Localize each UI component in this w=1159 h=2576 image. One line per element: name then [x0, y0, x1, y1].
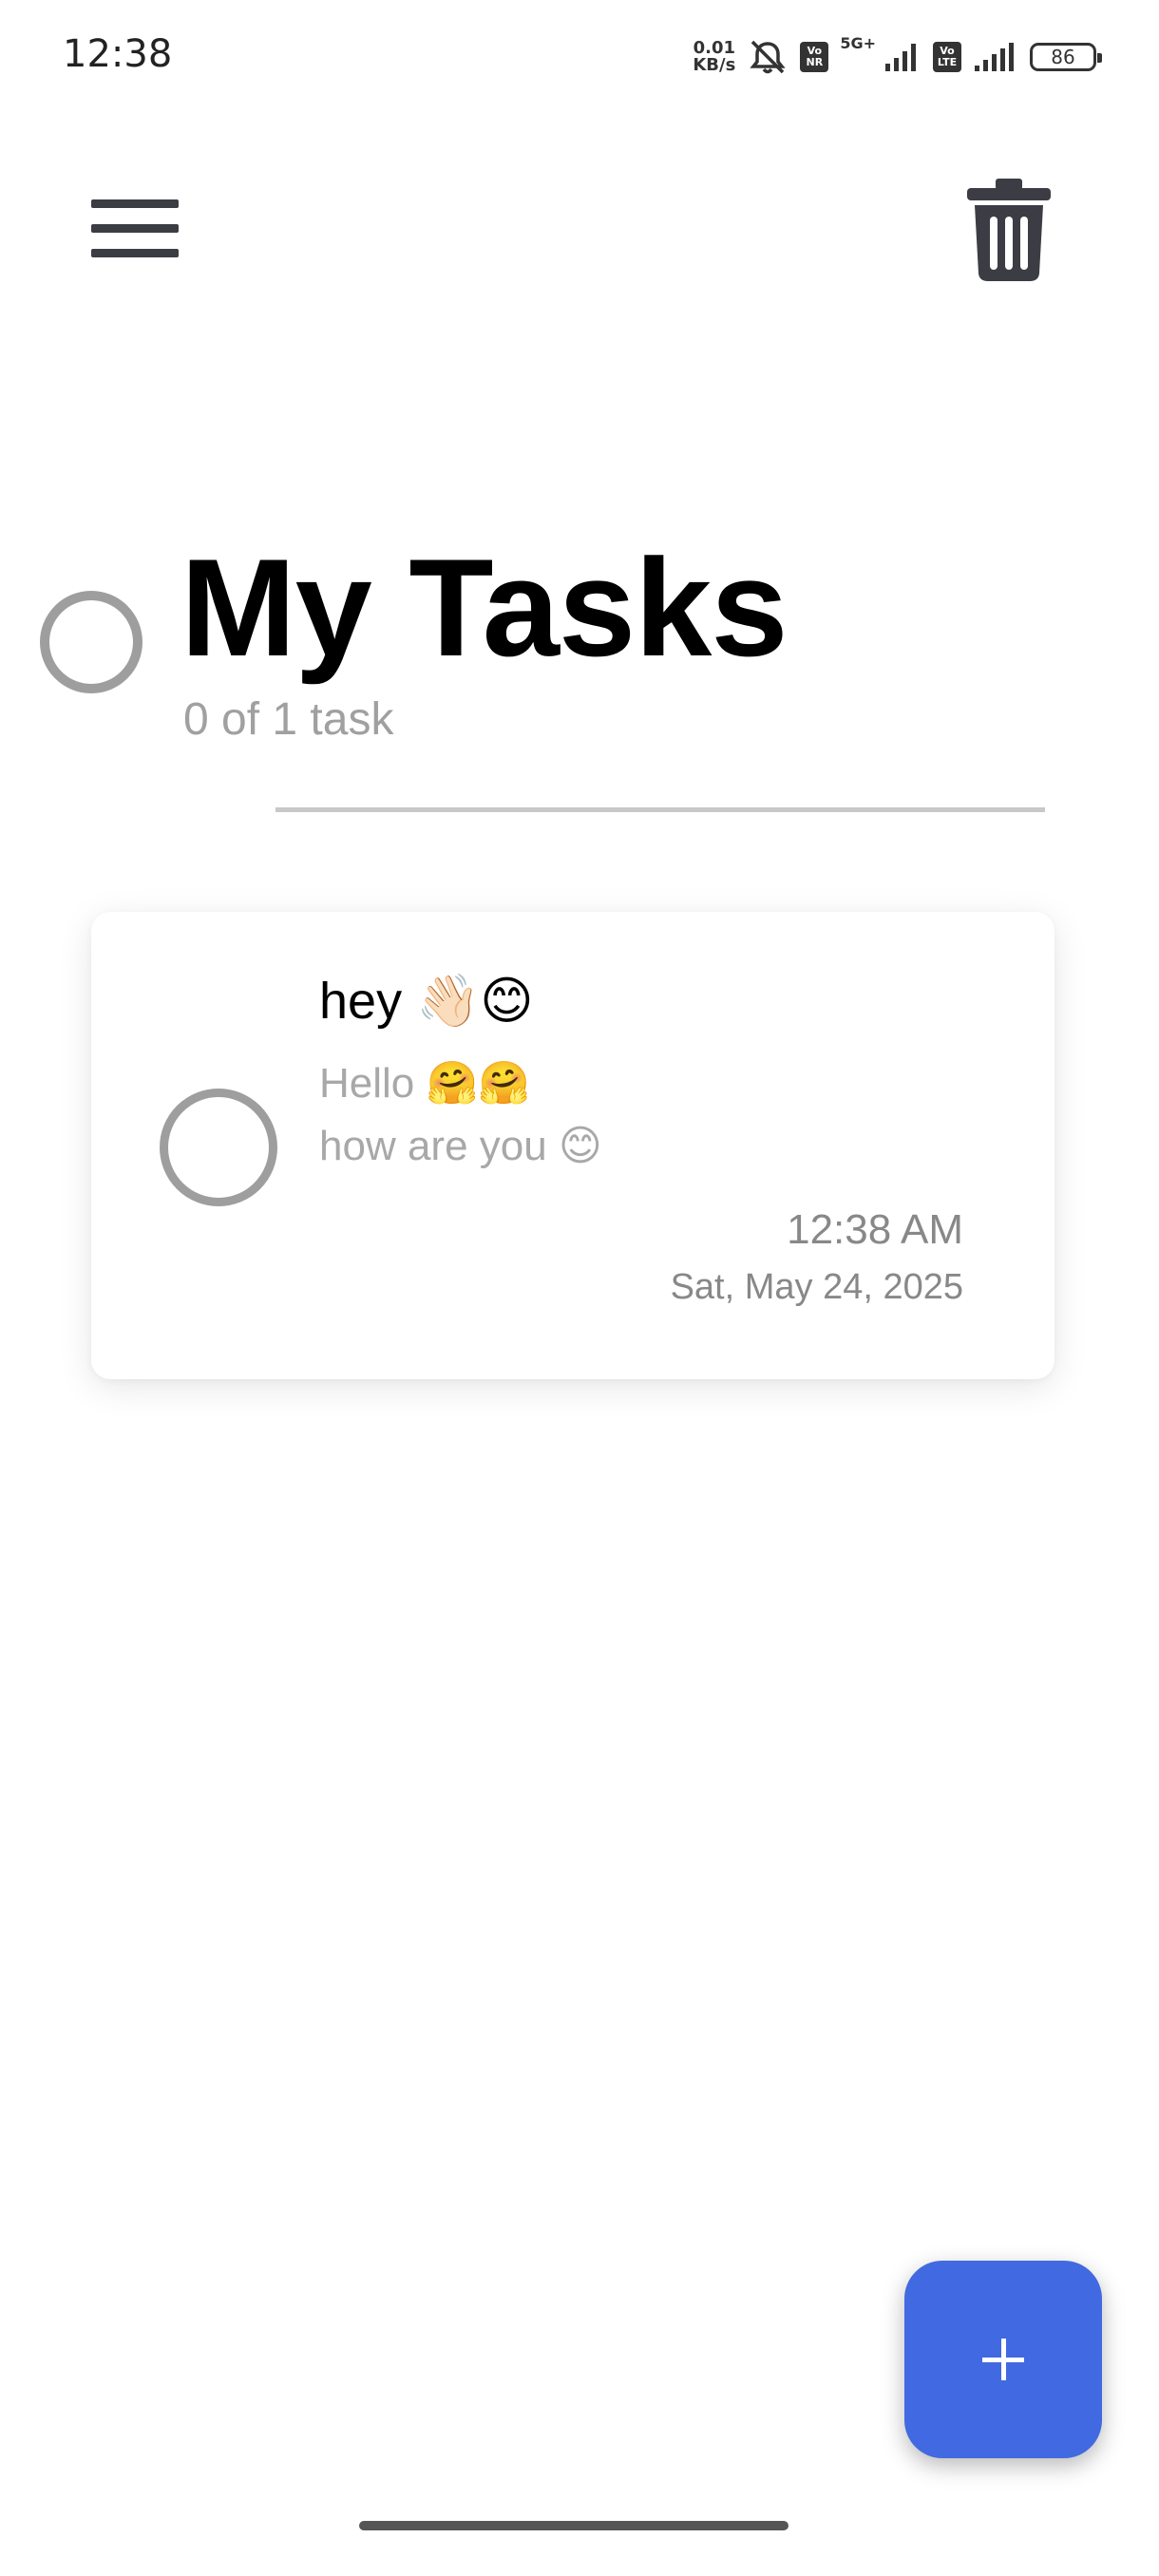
page-title: My Tasks	[180, 530, 788, 685]
task-checkbox[interactable]	[160, 1089, 277, 1206]
task-card[interactable]: hey 👋🏻😊 Hello 🤗🤗 how are you 😊 12:38 AM …	[91, 912, 1054, 1379]
network-speed-unit: KB/s	[693, 55, 736, 75]
network-type: 5G+	[840, 34, 876, 52]
task-note: Hello 🤗🤗 how are you 😊	[319, 1060, 602, 1169]
signal-icon	[975, 43, 1014, 71]
delete-button[interactable]	[963, 175, 1054, 285]
select-all-checkbox[interactable]	[40, 591, 142, 693]
status-time: 12:38	[63, 32, 173, 76]
task-time: 12:38 AM	[787, 1206, 963, 1253]
battery-level: 86	[1051, 46, 1075, 68]
badge-bottom-text: NR	[806, 56, 824, 68]
trash-icon	[967, 179, 1051, 281]
status-bar: 12:38 0.01 KB/s Vo NR 5G+ Vo LTE 86	[0, 0, 1159, 114]
task-title: hey 👋🏻😊	[319, 973, 534, 1030]
volte-lte-badge: Vo LTE	[933, 42, 961, 72]
task-count: 0 of 1 task	[183, 694, 394, 745]
network-speed: 0.01 KB/s	[693, 40, 735, 74]
add-task-button[interactable]	[904, 2261, 1102, 2458]
signal-icon	[885, 44, 916, 71]
badge-bottom-text: LTE	[937, 56, 958, 68]
volte-nr-badge: Vo NR	[800, 42, 829, 72]
battery-icon: 86	[1030, 43, 1102, 71]
task-date: Sat, May 24, 2025	[670, 1267, 963, 1307]
status-icons: 0.01 KB/s Vo NR 5G+ Vo LTE 86	[693, 34, 1102, 80]
mute-bell-icon	[750, 40, 786, 74]
home-indicator[interactable]	[359, 2521, 788, 2530]
divider	[276, 807, 1045, 812]
menu-button[interactable]	[91, 196, 182, 264]
